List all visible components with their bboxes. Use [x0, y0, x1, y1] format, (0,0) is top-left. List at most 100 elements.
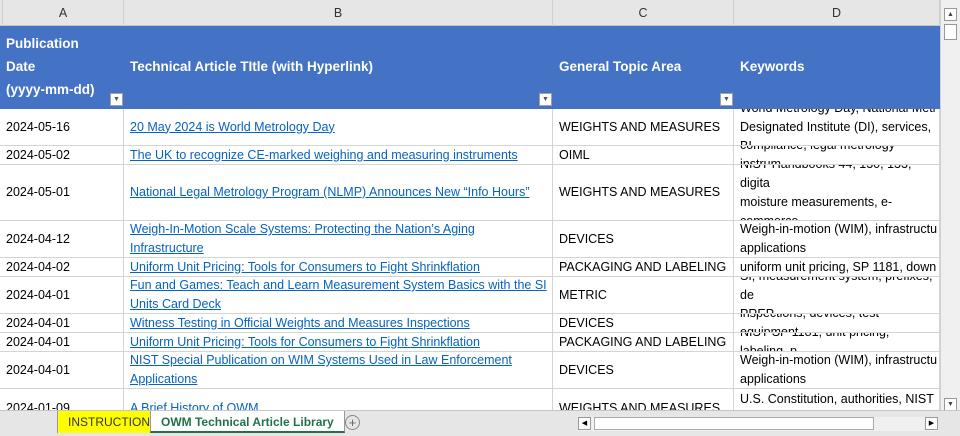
- column-header-b[interactable]: B: [124, 0, 553, 26]
- cell-keywords[interactable]: Weigh-in-motion (WIM), infrastructu appl…: [734, 221, 940, 257]
- filter-dropdown-icon[interactable]: ▼: [110, 93, 123, 106]
- article-link[interactable]: Uniform Unit Pricing: Tools for Consumer…: [130, 258, 480, 276]
- keywords-text: NIST SP 1181, unit pricing, labeling, p: [740, 333, 889, 351]
- date-text: 2024-04-01: [6, 315, 70, 330]
- cell-topic[interactable]: WEIGHTS AND MEASURES: [553, 109, 734, 145]
- column-header-c[interactable]: C: [553, 0, 734, 26]
- header-text: General Topic Area: [559, 59, 682, 74]
- sheet-tab-bar: INSTRUCTIONS OWM Technical Article Libra…: [0, 410, 960, 436]
- cell-date[interactable]: 2024-04-01: [0, 277, 124, 313]
- article-link[interactable]: Fun and Games: Teach and Learn Measureme…: [130, 277, 547, 313]
- keywords-text: Weigh-in-motion (WIM), infrastructu appl…: [740, 353, 938, 386]
- cell-topic[interactable]: WEIGHTS AND MEASURES: [553, 165, 734, 220]
- table-row: 2024-04-12 Weigh-In-Motion Scale Systems:…: [0, 221, 940, 258]
- cell-date[interactable]: 2024-01-09: [0, 389, 124, 410]
- keywords-text: uniform unit pricing, SP 1181, down: [740, 259, 937, 274]
- cell-topic[interactable]: DEVICES: [553, 221, 734, 257]
- date-text: 2024-04-01: [6, 334, 70, 349]
- cell-keywords[interactable]: World Metrology Day, National Metr Desig…: [734, 109, 940, 145]
- topic-text: PACKAGING AND LABELING: [559, 259, 727, 274]
- topic-text: OIML: [559, 147, 590, 162]
- table-row: 2024-04-01 Fun and Games: Teach and Learn…: [0, 277, 940, 314]
- cell-date[interactable]: 2024-04-01: [0, 333, 124, 351]
- article-link[interactable]: 20 May 2024 is World Metrology Day: [130, 118, 335, 137]
- cell-title[interactable]: A Brief History of OWM: [124, 389, 553, 410]
- filter-dropdown-icon[interactable]: ▼: [539, 93, 552, 106]
- scroll-left-icon[interactable]: ◀: [578, 417, 591, 430]
- keywords-text: SI, measurement system, prefixes, de PRE…: [740, 277, 932, 313]
- header-publication-date[interactable]: Publication Date (yyyy-mm-dd) ▼: [0, 26, 124, 109]
- horizontal-scrollbar[interactable]: ◀ ▶: [578, 417, 938, 431]
- scroll-up-icon[interactable]: ▲: [944, 8, 957, 21]
- cell-date[interactable]: 2024-04-01: [0, 352, 124, 388]
- table-row: 2024-01-09 A Brief History of OWM WEIGHTS …: [0, 389, 940, 410]
- article-link[interactable]: Uniform Unit Pricing: Tools for Consumer…: [130, 333, 480, 351]
- sheet-tab-article-library[interactable]: OWM Technical Article Library: [150, 411, 345, 433]
- date-text: 2024-04-02: [6, 259, 70, 274]
- cell-title[interactable]: NIST Special Publication on WIM Systems …: [124, 352, 553, 388]
- article-link[interactable]: Witness Testing in Official Weights and …: [130, 314, 470, 332]
- cell-title[interactable]: Witness Testing in Official Weights and …: [124, 314, 553, 332]
- topic-text: DEVICES: [559, 231, 614, 246]
- cell-keywords[interactable]: compliance, legal metrology instrum: [734, 146, 940, 164]
- cell-date[interactable]: 2024-05-16: [0, 109, 124, 145]
- date-text: 2024-05-02: [6, 147, 70, 162]
- cell-topic[interactable]: METRIC: [553, 277, 734, 313]
- cell-topic[interactable]: DEVICES: [553, 314, 734, 332]
- topic-text: DEVICES: [559, 362, 614, 377]
- keywords-text: compliance, legal metrology instrum: [740, 146, 895, 164]
- cell-date[interactable]: 2024-04-02: [0, 258, 124, 276]
- cell-keywords[interactable]: SI, measurement system, prefixes, de PRE…: [734, 277, 940, 313]
- cell-title[interactable]: The UK to recognize CE-marked weighing a…: [124, 146, 553, 164]
- cell-keywords[interactable]: U.S. Constitution, authorities, NIST H: [734, 389, 940, 410]
- article-link[interactable]: NIST Special Publication on WIM Systems …: [130, 352, 512, 388]
- date-text: 2024-04-01: [6, 362, 70, 377]
- cell-topic[interactable]: PACKAGING AND LABELING: [553, 258, 734, 276]
- table-row: 2024-05-16 20 May 2024 is World Metrology…: [0, 109, 940, 146]
- header-article-title[interactable]: Technical Article TItle (with Hyperlink)…: [124, 26, 553, 109]
- cell-topic[interactable]: OIML: [553, 146, 734, 164]
- cell-title[interactable]: Uniform Unit Pricing: Tools for Consumer…: [124, 258, 553, 276]
- cell-title[interactable]: National Legal Metrology Program (NLMP) …: [124, 165, 553, 220]
- scroll-right-icon[interactable]: ▶: [925, 417, 938, 430]
- spreadsheet-grid[interactable]: Publication Date (yyyy-mm-dd) ▼ Technica…: [0, 26, 940, 410]
- cell-date[interactable]: 2024-05-02: [0, 146, 124, 164]
- cell-date[interactable]: 2024-04-01: [0, 314, 124, 332]
- cell-keywords[interactable]: NIST Handbooks 44, 130, 133, digita mois…: [734, 165, 940, 220]
- cell-title[interactable]: Weigh-In-Motion Scale Systems: Protectin…: [124, 221, 553, 257]
- keywords-text: Weigh-in-motion (WIM), infrastructu appl…: [740, 222, 938, 255]
- article-link[interactable]: The UK to recognize CE-marked weighing a…: [130, 146, 518, 164]
- cell-keywords[interactable]: Weigh-in-motion (WIM), infrastructu appl…: [734, 352, 940, 388]
- topic-text: METRIC: [559, 287, 607, 302]
- keywords-text: inspections, devices, test equipment: [740, 314, 879, 332]
- cell-title[interactable]: 20 May 2024 is World Metrology Day: [124, 109, 553, 145]
- header-topic-area[interactable]: General Topic Area ▼: [553, 26, 734, 109]
- header-keywords[interactable]: Keywords: [734, 26, 940, 109]
- cell-title[interactable]: Uniform Unit Pricing: Tools for Consumer…: [124, 333, 553, 351]
- cell-keywords[interactable]: inspections, devices, test equipment: [734, 314, 940, 332]
- column-header-d[interactable]: D: [734, 0, 940, 26]
- cell-topic[interactable]: WEIGHTS AND MEASURES: [553, 389, 734, 410]
- cell-topic[interactable]: DEVICES: [553, 352, 734, 388]
- header-text: Publication: [6, 36, 79, 51]
- article-link[interactable]: Weigh-In-Motion Scale Systems: Protectin…: [130, 221, 475, 257]
- cell-keywords[interactable]: NIST SP 1181, unit pricing, labeling, p: [734, 333, 940, 351]
- scroll-thumb[interactable]: [944, 24, 957, 40]
- topic-text: WEIGHTS AND MEASURES: [559, 401, 721, 410]
- topic-text: WEIGHTS AND MEASURES: [559, 185, 721, 199]
- cell-keywords[interactable]: uniform unit pricing, SP 1181, down: [734, 258, 940, 276]
- article-link[interactable]: National Legal Metrology Program (NLMP) …: [130, 183, 529, 202]
- cell-title[interactable]: Fun and Games: Teach and Learn Measureme…: [124, 277, 553, 313]
- vertical-scrollbar[interactable]: ▲ ▼: [940, 0, 960, 411]
- add-sheet-icon[interactable]: +: [345, 415, 360, 430]
- table-header-row: Publication Date (yyyy-mm-dd) ▼ Technica…: [0, 26, 940, 109]
- date-text: 2024-05-16: [6, 119, 70, 134]
- cell-topic[interactable]: PACKAGING AND LABELING: [553, 333, 734, 351]
- table-row: 2024-04-01 Witness Testing in Official We…: [0, 314, 940, 333]
- cell-date[interactable]: 2024-05-01: [0, 165, 124, 220]
- filter-applied-icon[interactable]: ▼: [720, 93, 733, 106]
- column-header-a[interactable]: A: [3, 0, 124, 26]
- cell-date[interactable]: 2024-04-12: [0, 221, 124, 257]
- article-link[interactable]: A Brief History of OWM: [130, 399, 259, 410]
- scroll-thumb[interactable]: [594, 417, 874, 430]
